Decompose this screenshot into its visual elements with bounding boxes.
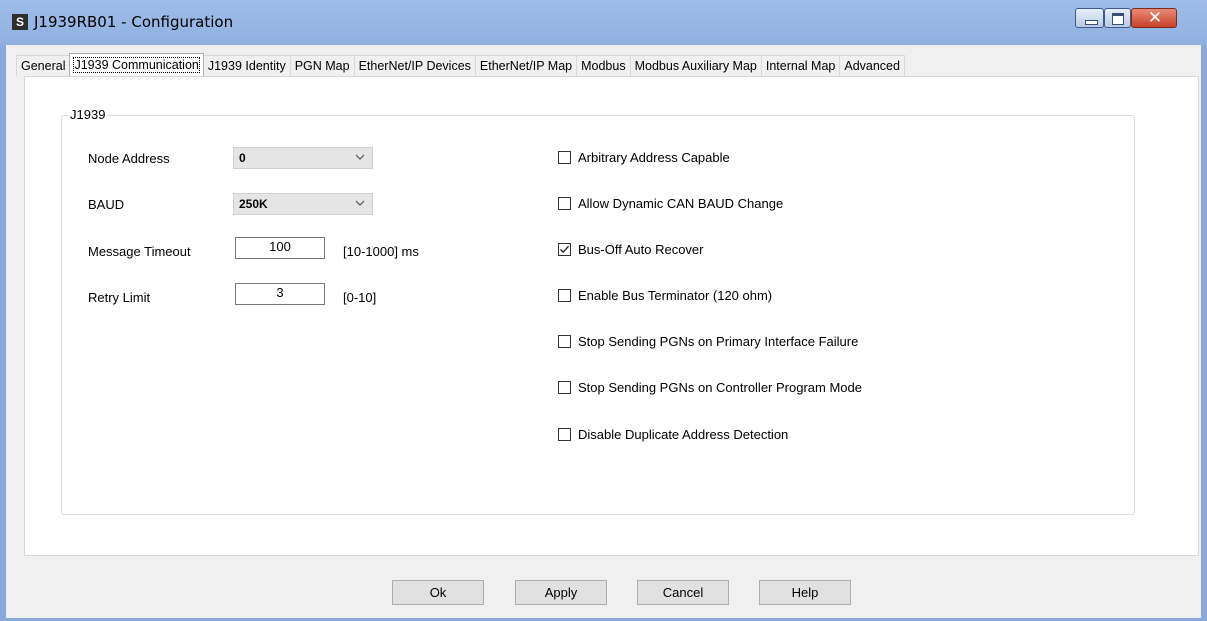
checkbox-label: Allow Dynamic CAN BAUD Change (578, 196, 784, 211)
tab-internal-map[interactable]: Internal Map (760, 55, 841, 76)
checkbox-label: Stop Sending PGNs on Primary Interface F… (578, 334, 859, 349)
checkbox-box[interactable] (558, 381, 571, 394)
tab-j1939-communication[interactable]: J1939 Communication (69, 53, 204, 76)
node-address-value: 0 (239, 151, 246, 165)
close-icon: ✕ (1147, 8, 1163, 28)
checkbox-box[interactable] (558, 197, 571, 210)
tab-pgn-map[interactable]: PGN Map (289, 55, 355, 76)
message-timeout-field[interactable]: 100 (235, 237, 325, 259)
checkbox-label: Bus-Off Auto Recover (578, 242, 704, 257)
checkbox-box[interactable] (558, 151, 571, 164)
checkbox-label: Arbitrary Address Capable (578, 150, 730, 165)
ok-button[interactable]: Ok (392, 580, 484, 605)
tab-advanced[interactable]: Advanced (839, 55, 905, 76)
checkbox-label: Stop Sending PGNs on Controller Program … (578, 380, 862, 395)
checkbox-disable-duplicate-address-detection[interactable]: Disable Duplicate Address Detection (558, 427, 788, 442)
maximize-icon (1112, 13, 1124, 25)
tab-modbus[interactable]: Modbus (576, 55, 631, 76)
baud-dropdown[interactable]: 250K (233, 193, 373, 215)
message-timeout-range: [10-1000] ms (343, 244, 419, 259)
tab-strip: General J1939 Communication J1939 Identi… (16, 53, 905, 77)
checkmark-icon (560, 245, 569, 254)
app-logo-icon: S (12, 14, 28, 30)
minimize-icon (1085, 20, 1098, 25)
retry-limit-label: Retry Limit (88, 290, 151, 305)
checkbox-box[interactable] (558, 289, 571, 302)
window-title: J1939RB01 - Configuration (34, 13, 234, 31)
tab-general[interactable]: General (16, 55, 71, 76)
baud-value: 250K (239, 197, 268, 211)
baud-label: BAUD (88, 197, 125, 212)
tab-modbus-auxiliary-map[interactable]: Modbus Auxiliary Map (629, 55, 762, 76)
checkbox-arbitrary-address-capable[interactable]: Arbitrary Address Capable (558, 150, 730, 165)
tab-ethernet-ip-devices[interactable]: EtherNet/IP Devices (353, 55, 476, 76)
chevron-down-icon (355, 200, 365, 206)
title-bar[interactable]: S J1939RB01 - Configuration ✕ (0, 0, 1207, 45)
configuration-window: S J1939RB01 - Configuration ✕ General J1… (0, 0, 1207, 621)
checkbox-allow-dynamic-can-baud-change[interactable]: Allow Dynamic CAN BAUD Change (558, 196, 783, 211)
checkbox-stop-pgns-controller-program-mode[interactable]: Stop Sending PGNs on Controller Program … (558, 380, 862, 395)
retry-limit-field[interactable]: 3 (235, 283, 325, 305)
cancel-button[interactable]: Cancel (637, 580, 729, 605)
minimize-button[interactable] (1075, 8, 1104, 28)
retry-limit-range: [0-10] (343, 290, 377, 305)
checkbox-label: Enable Bus Terminator (120 ohm) (578, 288, 773, 303)
checkbox-box[interactable] (558, 243, 571, 256)
checkbox-enable-bus-terminator[interactable]: Enable Bus Terminator (120 ohm) (558, 288, 772, 303)
tab-ethernet-ip-map[interactable]: EtherNet/IP Map (474, 55, 578, 76)
tab-j1939-identity[interactable]: J1939 Identity (202, 55, 291, 76)
help-button[interactable]: Help (759, 580, 851, 605)
checkbox-stop-pgns-primary-interface-failure[interactable]: Stop Sending PGNs on Primary Interface F… (558, 334, 858, 349)
checkbox-bus-off-auto-recover[interactable]: Bus-Off Auto Recover (558, 242, 704, 257)
node-address-label: Node Address (88, 151, 170, 166)
j1939-groupbox: J1939 Node Address 0 BAUD 250K Message T… (61, 107, 1135, 515)
apply-button[interactable]: Apply (515, 580, 607, 605)
tab-panel: J1939 Node Address 0 BAUD 250K Message T… (24, 76, 1199, 556)
maximize-button[interactable] (1104, 8, 1131, 28)
checkbox-label: Disable Duplicate Address Detection (578, 427, 789, 442)
checkbox-box[interactable] (558, 428, 571, 441)
node-address-dropdown[interactable]: 0 (233, 147, 373, 169)
message-timeout-label: Message Timeout (88, 244, 191, 259)
groupbox-legend: J1939 (68, 107, 108, 122)
close-button[interactable]: ✕ (1131, 8, 1177, 28)
checkbox-box[interactable] (558, 335, 571, 348)
chevron-down-icon (355, 154, 365, 160)
